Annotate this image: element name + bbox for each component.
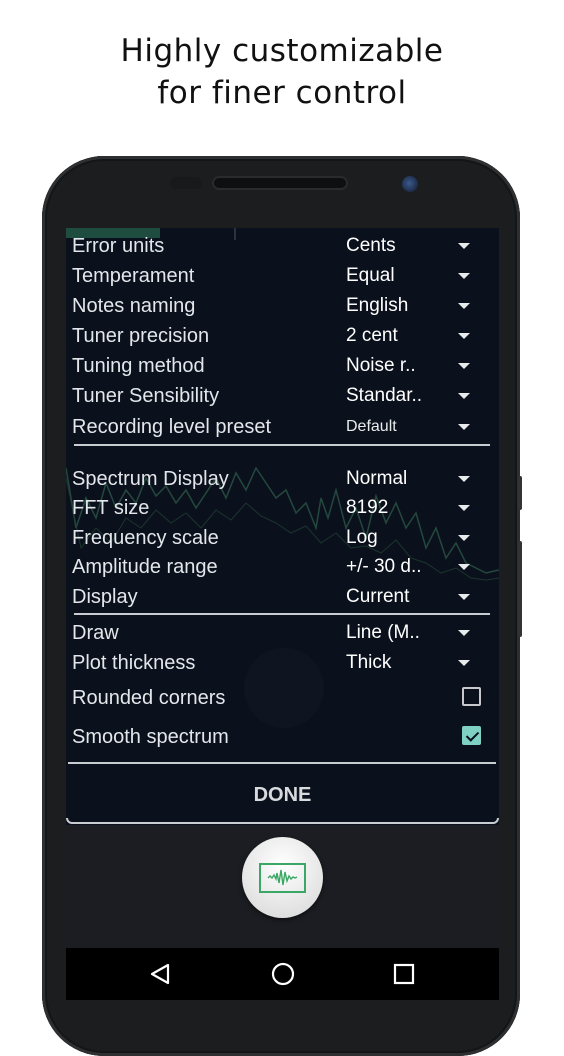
setting-label: Rounded corners [72, 687, 226, 709]
setting-label: Temperament [72, 265, 195, 287]
setting-label: Tuning method [72, 355, 205, 377]
volume-button [518, 541, 522, 637]
setting-label: Spectrum Display [72, 468, 229, 490]
dropdown-value[interactable]: Equal [346, 261, 395, 291]
dropdown-value[interactable]: Noise r.. [346, 351, 416, 381]
dropdown-caret-icon[interactable] [458, 476, 470, 482]
recents-square-icon [393, 963, 415, 985]
dropdown-value[interactable]: Thick [346, 648, 391, 678]
app-screen: Error units Cents Temperament Equal Note… [66, 228, 499, 1000]
dropdown-caret-icon[interactable] [458, 660, 470, 666]
setting-draw[interactable]: Draw Line (M.. [72, 618, 492, 648]
smooth-spectrum-checkbox[interactable] [462, 726, 481, 745]
dropdown-caret-icon[interactable] [458, 505, 470, 511]
done-divider [68, 762, 496, 764]
setting-label: Error units [72, 235, 165, 257]
dropdown-value[interactable]: Cents [346, 231, 396, 261]
setting-label: Amplitude range [72, 556, 218, 578]
dropdown-value[interactable]: +/- 30 d.. [346, 552, 422, 582]
setting-notes-naming[interactable]: Notes naming English [72, 291, 492, 321]
setting-error-units[interactable]: Error units Cents [72, 231, 492, 261]
setting-label: Tuner Sensibility [72, 385, 220, 407]
headline: Highly customizable for finer control [0, 30, 564, 114]
setting-frequency-scale[interactable]: Frequency scale Log [72, 523, 492, 553]
recents-button[interactable] [384, 956, 424, 992]
setting-label: Recording level preset [72, 416, 271, 438]
dropdown-caret-icon[interactable] [458, 594, 470, 600]
setting-label: Plot thickness [72, 652, 196, 674]
dropdown-caret-icon[interactable] [458, 363, 470, 369]
dropdown-value[interactable]: Log [346, 523, 378, 553]
spectrum-fab-button[interactable] [242, 837, 323, 918]
setting-temperament[interactable]: Temperament Equal [72, 261, 492, 291]
setting-rounded-corners[interactable]: Rounded corners [72, 683, 492, 713]
setting-label: Tuner precision [72, 325, 210, 347]
setting-tuner-precision[interactable]: Tuner precision 2 cent [72, 321, 492, 351]
android-nav-bar [66, 948, 499, 1000]
setting-plot-thickness[interactable]: Plot thickness Thick [72, 648, 492, 678]
setting-label: Draw [72, 622, 119, 644]
dropdown-value[interactable]: Line (M.. [346, 618, 420, 648]
setting-amplitude-range[interactable]: Amplitude range +/- 30 d.. [72, 552, 492, 582]
setting-spectrum-display[interactable]: Spectrum Display Normal [72, 464, 492, 494]
dropdown-value[interactable]: Normal [346, 464, 407, 494]
section-divider [74, 613, 490, 615]
dropdown-caret-icon[interactable] [458, 424, 470, 430]
rounded-corners-checkbox[interactable] [462, 687, 481, 706]
dropdown-value[interactable]: 8192 [346, 493, 388, 523]
dropdown-caret-icon[interactable] [458, 564, 470, 570]
setting-fft-size[interactable]: FFT size 8192 [72, 493, 492, 523]
waveform-icon [259, 863, 306, 893]
front-camera [402, 176, 418, 192]
dropdown-value[interactable]: English [346, 291, 408, 321]
headline-line-2: for finer control [157, 75, 407, 111]
power-button [518, 476, 522, 510]
back-triangle-icon [150, 963, 170, 985]
setting-label: Display [72, 586, 138, 608]
setting-label: Notes naming [72, 295, 196, 317]
home-circle-icon [271, 962, 295, 986]
done-button[interactable]: DONE [66, 768, 499, 822]
setting-recording-level-preset[interactable]: Recording level preset Default [72, 412, 492, 442]
setting-label: Frequency scale [72, 527, 219, 549]
earpiece-speaker [212, 176, 348, 190]
dropdown-value[interactable]: Default [346, 412, 397, 442]
setting-smooth-spectrum[interactable]: Smooth spectrum [72, 722, 492, 752]
setting-label: Smooth spectrum [72, 726, 229, 748]
setting-display[interactable]: Display Current [72, 582, 492, 612]
dialog-bottom-edge [66, 818, 499, 824]
dropdown-value[interactable]: Current [346, 582, 409, 612]
section-divider [74, 444, 490, 446]
settings-dialog: Error units Cents Temperament Equal Note… [66, 228, 499, 824]
dropdown-caret-icon[interactable] [458, 273, 470, 279]
home-button[interactable] [263, 956, 303, 992]
setting-tuning-method[interactable]: Tuning method Noise r.. [72, 351, 492, 381]
dropdown-caret-icon[interactable] [458, 393, 470, 399]
dropdown-caret-icon[interactable] [458, 243, 470, 249]
back-button[interactable] [140, 956, 180, 992]
dropdown-caret-icon[interactable] [458, 333, 470, 339]
proximity-sensor [170, 177, 202, 189]
headline-line-1: Highly customizable [120, 33, 444, 69]
setting-tuner-sensibility[interactable]: Tuner Sensibility Standar.. [72, 381, 492, 411]
dropdown-value[interactable]: 2 cent [346, 321, 398, 351]
bottom-panel [66, 825, 499, 948]
dropdown-value[interactable]: Standar.. [346, 381, 422, 411]
dropdown-caret-icon[interactable] [458, 535, 470, 541]
dropdown-caret-icon[interactable] [458, 630, 470, 636]
dropdown-caret-icon[interactable] [458, 303, 470, 309]
setting-label: FFT size [72, 497, 150, 519]
